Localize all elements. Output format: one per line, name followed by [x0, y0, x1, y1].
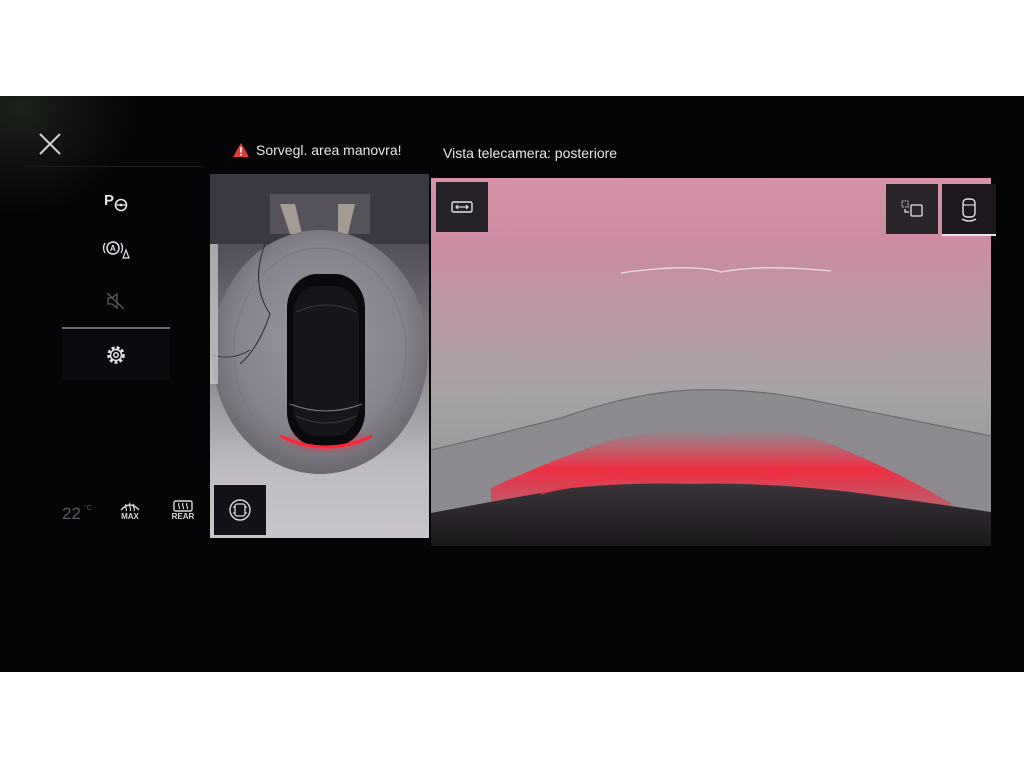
infotainment-screen: Sorvegl. area manovra! Vista telecamera:… [0, 96, 1024, 672]
park-assist-button[interactable]: P [62, 176, 170, 226]
close-button[interactable] [36, 130, 64, 158]
side-menu: P A [62, 176, 170, 381]
auto-hold-button[interactable]: A [62, 224, 170, 274]
auto-hold-icon: A [102, 241, 130, 259]
vehicle-width-button[interactable] [436, 182, 488, 232]
temperature-value[interactable]: 22 [62, 504, 81, 524]
settings-button[interactable] [62, 330, 170, 380]
camera-view-icon [229, 499, 251, 521]
top-down-camera-view[interactable] [210, 174, 429, 538]
header-divider [24, 166, 204, 167]
rear-window-defrost-icon [173, 500, 193, 512]
sound-mute-button[interactable] [62, 276, 170, 326]
windshield-defrost-icon [120, 502, 140, 512]
speaker-muted-icon [106, 292, 125, 310]
switch-camera-icon [901, 200, 923, 217]
gear-icon [107, 346, 125, 364]
rear-camera-icon [961, 198, 977, 222]
rear-camera-button[interactable] [942, 184, 996, 234]
switch-camera-button[interactable] [886, 184, 938, 234]
warning-triangle-icon [233, 143, 249, 157]
svg-text:P: P [104, 192, 114, 209]
climate-bar: 22 °C MAX REAR [60, 498, 210, 528]
top-down-camera-image [210, 174, 429, 474]
active-view-indicator [942, 234, 996, 236]
rear-defrost-label: REAR [171, 512, 195, 521]
svg-text:A: A [110, 244, 116, 253]
maneuver-warning: Sorvegl. area manovra! [232, 140, 402, 160]
close-icon [39, 133, 61, 155]
menu-separator [62, 327, 170, 329]
max-defrost-button[interactable]: MAX [114, 500, 146, 526]
rear-defrost-button[interactable]: REAR [167, 500, 199, 526]
max-defrost-label: MAX [121, 512, 139, 521]
camera-view-label: Vista telecamera: posteriore [443, 145, 618, 161]
warning-text: Sorvegl. area manovra! [256, 142, 402, 158]
parking-steering-icon: P [104, 192, 128, 212]
temperature-unit: °C [84, 505, 92, 512]
vehicle-width-icon [451, 201, 473, 213]
view-mode-button[interactable] [214, 485, 266, 535]
